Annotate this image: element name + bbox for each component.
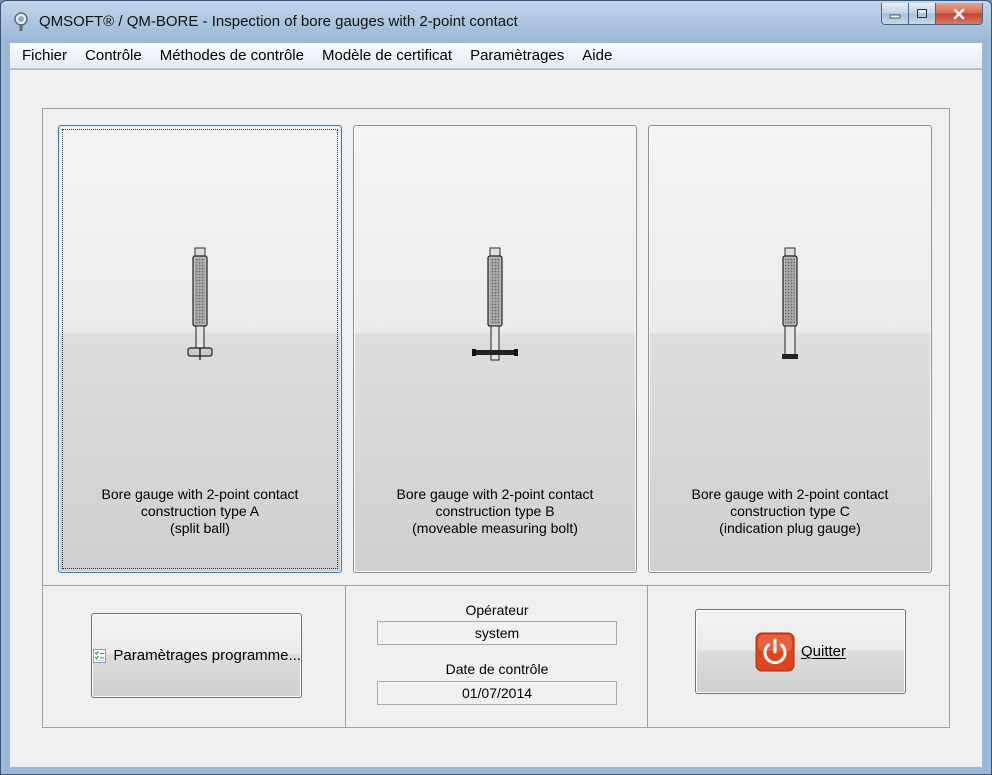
date-field[interactable]: 01/07/2014 xyxy=(377,681,617,705)
maximize-icon xyxy=(917,9,927,18)
card-type-b-caption: Bore gauge with 2-point contact construc… xyxy=(396,486,594,536)
card-type-c-caption: Bore gauge with 2-point contact construc… xyxy=(691,486,889,536)
menu-methodes-de-controle[interactable]: Méthodes de contrôle xyxy=(151,47,313,64)
close-button[interactable] xyxy=(936,3,983,25)
card-type-c-button[interactable]: Bore gauge with 2-point contact construc… xyxy=(648,125,932,573)
minimize-button[interactable] xyxy=(881,3,909,25)
close-icon xyxy=(953,8,965,19)
column-divider-right xyxy=(647,585,648,727)
section-divider xyxy=(43,585,949,586)
main-panel: Bore gauge with 2-point contact construc… xyxy=(42,108,950,728)
app-window: QMSOFT® / QM-BORE - Inspection of bore g… xyxy=(0,0,992,775)
menu-aide[interactable]: Aide xyxy=(573,47,621,64)
operator-field[interactable]: system xyxy=(377,621,617,645)
column-divider-left xyxy=(345,585,346,727)
minimize-icon xyxy=(889,14,901,18)
date-label: Date de contrôle xyxy=(445,661,549,677)
window-title: QMSOFT® / QM-BORE - Inspection of bore g… xyxy=(39,13,518,30)
quit-button[interactable]: Quitter xyxy=(695,609,906,694)
menu-modele-de-certificat[interactable]: Modèle de certificat xyxy=(313,47,461,64)
card-type-a-button[interactable]: Bore gauge with 2-point contact construc… xyxy=(58,125,342,573)
client-area: Bore gauge with 2-point contact construc… xyxy=(10,70,982,767)
program-settings-button[interactable]: Paramètrages programme... xyxy=(91,613,302,698)
menu-parametrages[interactable]: Paramètrages xyxy=(461,47,573,64)
card-type-a-caption: Bore gauge with 2-point contact construc… xyxy=(101,486,299,536)
bore-gauge-measuring-bolt-icon xyxy=(354,246,636,366)
maximize-button[interactable] xyxy=(909,3,936,25)
card-type-b-button[interactable]: Bore gauge with 2-point contact construc… xyxy=(353,125,637,573)
menu-controle[interactable]: Contrôle xyxy=(76,47,151,64)
program-settings-label: Paramètrages programme... xyxy=(113,647,301,664)
title-bar[interactable]: QMSOFT® / QM-BORE - Inspection of bore g… xyxy=(1,1,991,43)
window-controls xyxy=(881,3,983,27)
operator-label: Opérateur xyxy=(465,602,529,618)
bore-gauge-plug-icon xyxy=(649,246,931,366)
menu-bar: Fichier Contrôle Méthodes de contrôle Mo… xyxy=(10,43,982,69)
power-icon xyxy=(755,632,795,671)
bore-gauge-split-ball-icon xyxy=(59,246,341,366)
menu-fichier[interactable]: Fichier xyxy=(13,47,76,64)
app-logo-icon xyxy=(14,12,28,31)
quit-label: Quitter xyxy=(800,643,846,660)
checklist-icon xyxy=(92,648,106,663)
